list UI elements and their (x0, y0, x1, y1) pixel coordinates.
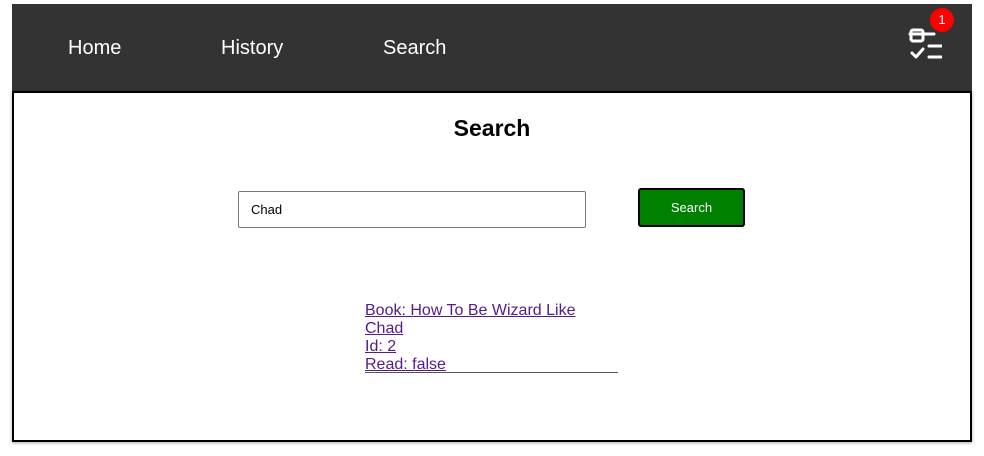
search-button[interactable]: Search (638, 188, 745, 227)
nav-home-link[interactable]: Home (68, 36, 121, 60)
nav-history-link[interactable]: History (221, 36, 283, 60)
result-id-link[interactable]: Id: 2 (365, 338, 618, 356)
result-read-link[interactable]: Read: false (365, 356, 618, 374)
search-panel: Search Search Book: How To Be Wizard Lik… (12, 91, 972, 442)
search-input[interactable] (238, 191, 586, 228)
top-navbar: Home History Search (12, 4, 972, 92)
page-title: Search (453, 115, 531, 141)
notification-badge: 1 (930, 8, 954, 32)
result-book-link[interactable]: Book: How To Be Wizard Like Chad (365, 302, 618, 338)
search-result-item[interactable]: Book: How To Be Wizard Like Chad Id: 2 R… (365, 302, 618, 373)
nav-search-link[interactable]: Search (383, 36, 446, 60)
